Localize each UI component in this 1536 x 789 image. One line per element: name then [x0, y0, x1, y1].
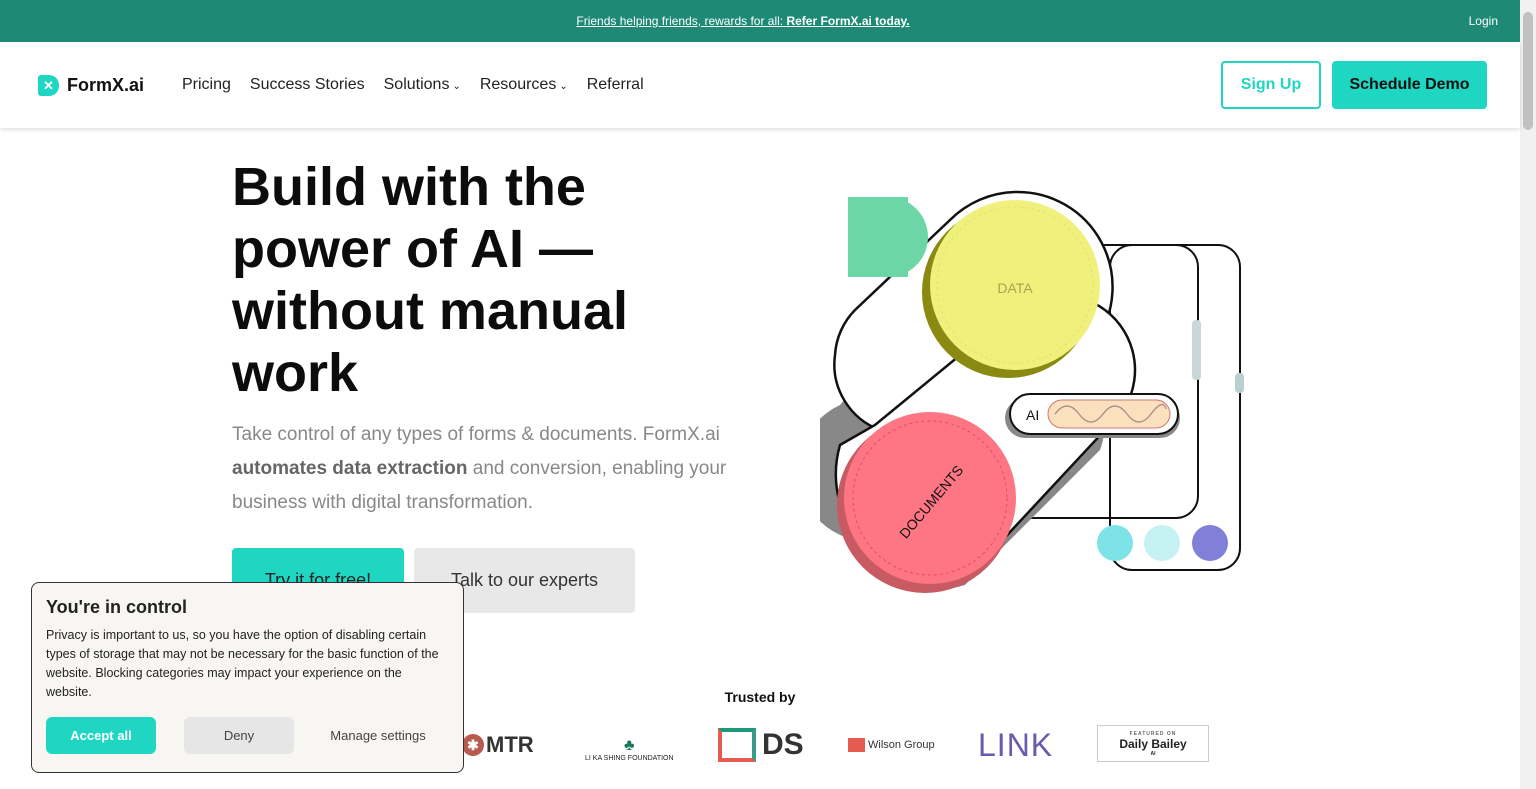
- promo-bar: Friends helping friends, rewards for all…: [0, 0, 1520, 42]
- lede-text: Take control of any types of forms & doc…: [232, 424, 720, 445]
- cookie-body: Privacy is important to us, so you have …: [46, 628, 439, 699]
- mtr-icon: ✱: [462, 734, 484, 756]
- promo-text: Friends helping friends, rewards for all…: [576, 14, 787, 28]
- hero-headline: Build with the power of AI — without man…: [232, 157, 628, 403]
- manage-settings-button[interactable]: Manage settings: [316, 717, 440, 754]
- logo-ds: DS: [718, 728, 804, 762]
- login-link[interactable]: Login: [1469, 14, 1498, 28]
- schedule-demo-button[interactable]: Schedule Demo: [1332, 61, 1487, 109]
- brand-name: FormX.ai: [67, 75, 145, 95]
- knob-1: [1097, 525, 1133, 561]
- knob-2: [1144, 525, 1180, 561]
- sign-up-button[interactable]: Sign Up: [1221, 61, 1321, 109]
- deny-button[interactable]: Deny: [184, 717, 294, 754]
- tree-icon: ♣: [624, 737, 635, 754]
- page-scrollbar[interactable]: [1520, 0, 1536, 789]
- logo-li-ka-shing: ♣ LI KA SHING FOUNDATION: [585, 728, 674, 762]
- trusted-by-heading: Trusted by: [724, 689, 796, 705]
- ds-box-icon: [718, 728, 756, 762]
- daily-bailey-text: Daily Bailey: [1119, 736, 1187, 751]
- nav-resources[interactable]: Resources ⌄: [480, 76, 568, 94]
- nav-resources-label: Resources: [479, 76, 557, 93]
- referral-promo-link[interactable]: Friends helping friends, rewards for all…: [0, 14, 1486, 28]
- knob-3: [1192, 525, 1228, 561]
- wilson-text: Wilson Group: [868, 739, 935, 751]
- logo-mtr: ✱ MTR: [462, 728, 534, 762]
- hero-illustration: DATA AI DOCUMENTS: [820, 190, 1244, 593]
- promo-bold: Refer FormX.ai today.: [786, 14, 910, 28]
- lks-text: LI KA SHING FOUNDATION: [585, 755, 674, 762]
- scrollbar-thumb[interactable]: [1523, 12, 1533, 130]
- data-label: DATA: [997, 280, 1033, 296]
- ds-text: DS: [762, 728, 804, 761]
- nav-pricing[interactable]: Pricing: [182, 76, 231, 94]
- lede-bold: automates data extraction: [232, 458, 468, 479]
- nav-success-stories[interactable]: Success Stories: [250, 76, 365, 94]
- logo-wilson-group: Wilson Group: [848, 728, 935, 762]
- nav-solutions-label: Solutions: [383, 76, 450, 93]
- ai-label: AI: [1026, 407, 1039, 423]
- nav-solutions[interactable]: Solutions ⌄: [384, 76, 461, 94]
- brand-logo[interactable]: ✕ FormX.ai: [38, 75, 144, 96]
- formx-logo-icon: ✕: [38, 75, 59, 96]
- slider-handle: [1192, 320, 1201, 380]
- chevron-down-icon: ⌄: [559, 81, 568, 92]
- mtr-text: MTR: [486, 732, 534, 757]
- cookie-consent-dialog: You're in control Privacy is important t…: [31, 582, 464, 773]
- cookie-title: You're in control: [46, 597, 187, 617]
- logo-link: LINK: [978, 726, 1054, 763]
- daily-bailey-ai: AI: [1150, 750, 1156, 757]
- logo-daily-bailey: FEATURED ON Daily Bailey AI: [1097, 725, 1209, 762]
- nav-referral[interactable]: Referral: [587, 76, 644, 94]
- main-nav: ✕ FormX.ai Pricing Success Stories Soluti…: [0, 42, 1520, 128]
- hero-description: Take control of any types of forms & doc…: [232, 418, 732, 520]
- slider-handle: [1235, 373, 1244, 393]
- wilson-icon: [848, 738, 865, 752]
- chevron-down-icon: ⌄: [452, 81, 461, 92]
- accept-all-button[interactable]: Accept all: [46, 717, 156, 754]
